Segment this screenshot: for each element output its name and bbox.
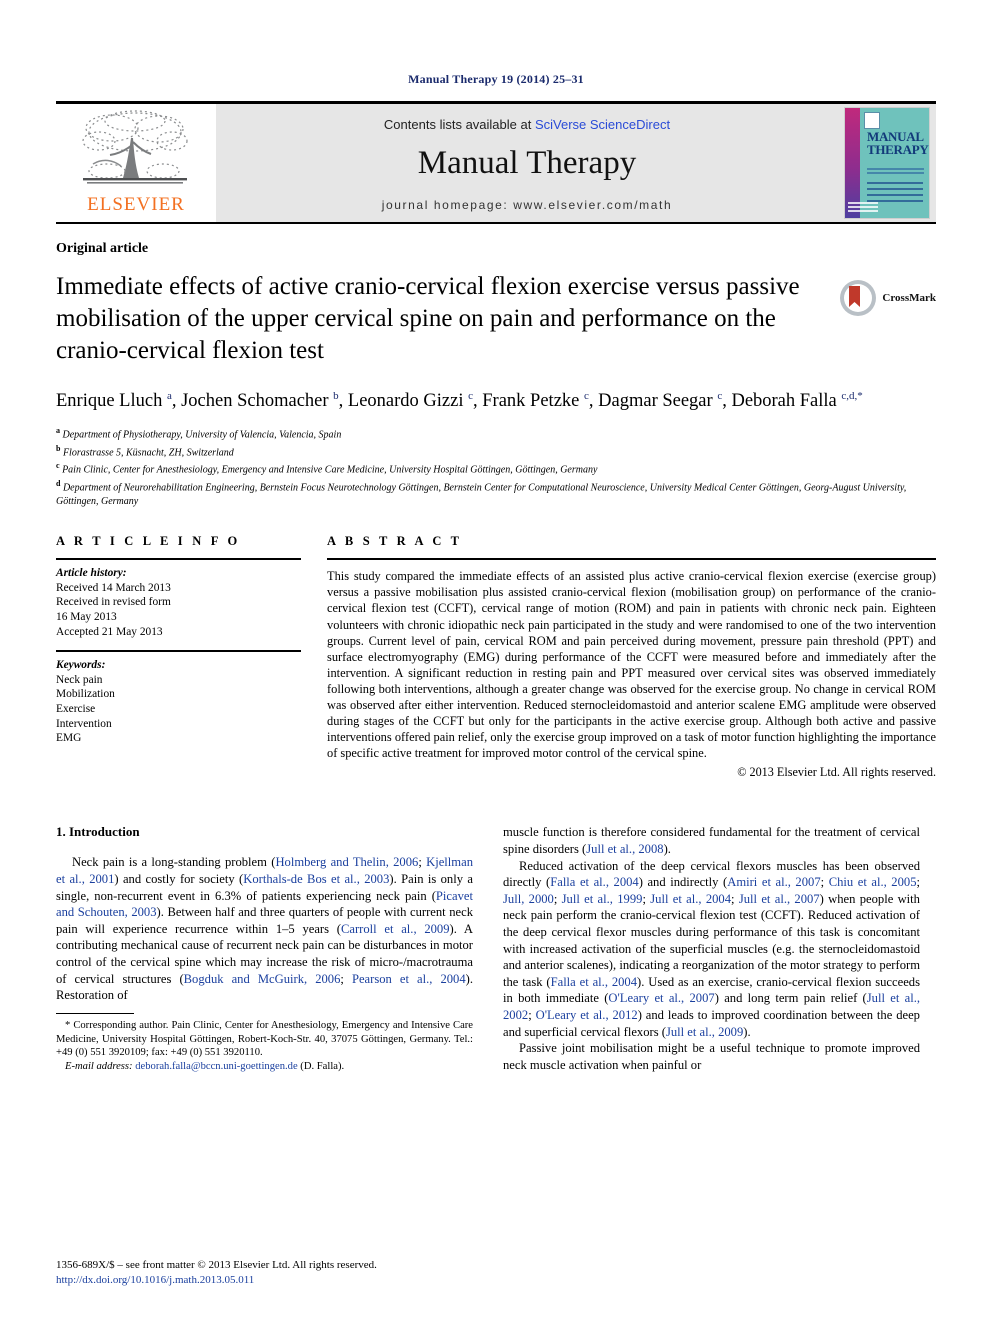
page-footer: 1356-689X/$ – see front matter © 2013 El… xyxy=(56,1258,473,1287)
email-link[interactable]: deborah.falla@bccn.uni-goettingen.de xyxy=(135,1061,297,1072)
masthead-center: Contents lists available at SciVerse Sci… xyxy=(216,104,838,222)
keyword-item: Mobilization xyxy=(56,688,115,701)
cover-subtitle-lines xyxy=(867,168,924,176)
journal-homepage[interactable]: journal homepage: www.elsevier.com/math xyxy=(382,198,673,212)
section-heading-introduction: 1. Introduction xyxy=(56,824,140,840)
keyword-item: Neck pain xyxy=(56,673,103,686)
keywords-label: Keywords: xyxy=(56,659,106,672)
affiliation-item: d Department of Neurorehabilitation Engi… xyxy=(56,479,907,507)
cover-title-line2: THERAPY xyxy=(867,142,929,157)
article-history-item: Received 14 March 2013 xyxy=(56,581,171,594)
abstract-column: A B S T R A C T This study compared the … xyxy=(327,534,936,780)
crossmark-label: CrossMark xyxy=(882,292,936,304)
crossmark-badge[interactable]: CrossMark xyxy=(839,279,936,317)
contents-prefix: Contents lists available at xyxy=(383,116,535,132)
email-label: E-mail address: xyxy=(65,1060,133,1072)
cover-footer-lines xyxy=(848,202,878,214)
running-head: Manual Therapy 19 (2014) 25–31 xyxy=(408,72,584,86)
journal-cover-container: MANUAL THERAPY xyxy=(838,104,936,222)
front-matter-line: 1356-689X/$ – see front matter © 2013 El… xyxy=(56,1259,377,1271)
corresponding-author-note: * Corresponding author. Pain Clinic, Cen… xyxy=(56,1019,473,1059)
body-columns: 1. Introduction Neck pain is a long-stan… xyxy=(56,824,936,1073)
keyword-item: Exercise xyxy=(56,703,96,715)
body-column-right: muscle function is therefore considered … xyxy=(503,824,920,1073)
footnote-divider xyxy=(56,1012,134,1014)
author-list: Enrique Lluch a, Jochen Schomacher b, Le… xyxy=(56,389,863,411)
crossmark-icon xyxy=(840,280,877,316)
journal-masthead: ELSEVIER Contents lists available at Sci… xyxy=(56,101,936,224)
keyword-item: EMG xyxy=(56,732,82,745)
journal-cover-thumbnail: MANUAL THERAPY xyxy=(844,107,930,219)
abstract-text: This study compared the immediate effect… xyxy=(327,569,936,761)
elsevier-tree-icon xyxy=(82,110,188,184)
article-info-heading: A R T I C L E I N F O xyxy=(56,534,241,549)
article-history-item: Accepted 21 May 2013 xyxy=(56,625,163,638)
title-row: Immediate effects of active cranio-cervi… xyxy=(56,271,936,367)
elsevier-wordmark: ELSEVIER xyxy=(87,194,185,215)
info-abstract-section: A R T I C L E I N F O Article history: R… xyxy=(56,534,936,780)
article-history-item: Received in revised form xyxy=(56,596,171,609)
affiliation-list: a Department of Physiotherapy, Universit… xyxy=(56,424,936,508)
journal-title: Manual Therapy xyxy=(417,144,637,181)
abstract-heading: A B S T R A C T xyxy=(327,534,463,549)
article-history-item: 16 May 2013 xyxy=(56,611,117,624)
paragraph: Passive joint mobilisation might be a us… xyxy=(503,1041,920,1072)
keywords-block: Keywords: Neck pain Mobilization Exercis… xyxy=(56,652,301,746)
affiliation-item: c Pain Clinic, Center for Anesthesiology… xyxy=(56,461,598,476)
affiliation-item: a Department of Physiotherapy, Universit… xyxy=(56,425,342,441)
article-type-label: Original article xyxy=(56,241,149,256)
article-history-block: Article history: Received 14 March 2013 … xyxy=(56,560,301,639)
cover-badge-icon xyxy=(864,112,880,129)
cover-title: MANUAL THERAPY xyxy=(867,130,929,157)
keyword-item: Intervention xyxy=(56,717,112,730)
paragraph: muscle function is therefore considered … xyxy=(503,825,920,856)
affiliation-item: b Florastrasse 5, Küsnacht, ZH, Switzerl… xyxy=(56,443,234,458)
article-page: Manual Therapy 19 (2014) 25–31 ELSEVIER … xyxy=(0,0,992,1323)
sciencedirect-link[interactable]: SciVerse ScienceDirect xyxy=(535,117,670,132)
email-suffix: (D. Falla). xyxy=(297,1060,345,1072)
article-info-column: A R T I C L E I N F O Article history: R… xyxy=(56,534,301,780)
email-note: E-mail address: deborah.falla@bccn.uni-g… xyxy=(56,1060,473,1074)
body-column-left: 1. Introduction Neck pain is a long-stan… xyxy=(56,824,473,1073)
elsevier-logo: ELSEVIER xyxy=(56,104,216,222)
abstract-copyright: © 2013 Elsevier Ltd. All rights reserved… xyxy=(737,765,936,780)
paragraph: Reduced activation of the deep cervical … xyxy=(503,858,921,1039)
footnote-block: * Corresponding author. Pain Clinic, Cen… xyxy=(56,1012,473,1074)
article-history-label: Article history: xyxy=(56,567,127,580)
doi-link[interactable]: http://dx.doi.org/10.1016/j.math.2013.05… xyxy=(56,1273,473,1288)
contents-line: Contents lists available at SciVerse Sci… xyxy=(384,117,670,132)
paragraph: Neck pain is a long-standing problem (Ho… xyxy=(56,855,474,1003)
page-title: Immediate effects of active cranio-cervi… xyxy=(56,273,800,364)
